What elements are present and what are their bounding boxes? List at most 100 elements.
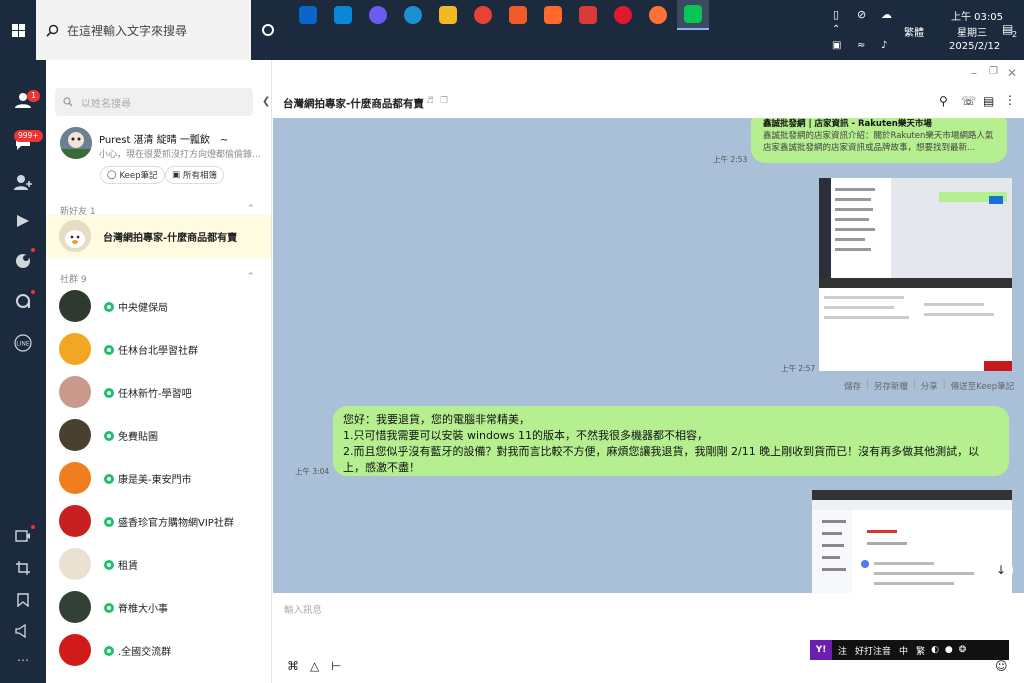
group-row[interactable]: 任林新竹-學習吧 bbox=[46, 371, 271, 414]
taskbar-app-line[interactable] bbox=[677, 0, 709, 30]
group-row[interactable]: 免費貼圖 bbox=[46, 414, 271, 457]
ime-toolbar[interactable]: Y! 注好打注音中繁 ◐ ● ❂ bbox=[810, 640, 1009, 660]
taskbar-app-edge[interactable] bbox=[397, 0, 429, 30]
maximize-icon[interactable]: ❐ bbox=[989, 66, 998, 77]
image-action-0[interactable]: 儲存 bbox=[844, 380, 861, 392]
mute-icon[interactable]: ♬ bbox=[426, 96, 434, 106]
all-albums-button[interactable]: ▣ 所有相簿 bbox=[165, 166, 225, 184]
ime-half-icon[interactable]: ◐ bbox=[931, 645, 939, 655]
taskbar-app-app-orange[interactable] bbox=[537, 0, 569, 30]
yahoo-ime-logo: Y! bbox=[810, 640, 832, 660]
chevron-up-icon[interactable]: ⌃ bbox=[247, 204, 255, 214]
ime-item[interactable]: 中 bbox=[899, 644, 908, 657]
taskbar-app-store[interactable] bbox=[327, 0, 359, 30]
keep-bookmark-icon[interactable]: △ bbox=[310, 659, 319, 673]
new-friend-row[interactable]: 台灣網拍專家-什麼商品都有賣 bbox=[46, 215, 271, 258]
taskbar-app-brave[interactable] bbox=[502, 0, 534, 30]
group-row[interactable]: .全國交流群 bbox=[46, 629, 271, 672]
group-avatar bbox=[59, 591, 91, 623]
openchat-badge-icon bbox=[104, 645, 114, 656]
profile-name[interactable]: Purest 湛清 綻晴 一瓢飲 ~ bbox=[99, 131, 228, 146]
screenshot-crop-icon[interactable]: ⊢ bbox=[331, 659, 341, 673]
group-row[interactable]: 盛香珍官方購物網VIP社群 bbox=[46, 500, 271, 543]
files-icon bbox=[439, 6, 457, 24]
group-row[interactable]: 中央健保局 bbox=[46, 285, 271, 328]
no-network-icon[interactable]: ⊘ bbox=[857, 8, 866, 21]
group-row[interactable]: 脊椎大小事 bbox=[46, 586, 271, 629]
openchat-badge-icon bbox=[104, 430, 114, 441]
chevron-up-icon[interactable]: ⌃ bbox=[247, 272, 255, 282]
chat-title[interactable]: 台灣網拍專家-什麼商品都有賣 bbox=[283, 96, 424, 111]
message-line: 1.只可惜我需要可以安裝 windows 11的版本，不然我很多機器都不相容， bbox=[343, 429, 708, 442]
announce-nav-icon[interactable] bbox=[13, 621, 33, 641]
line-brand-icon[interactable]: LINE bbox=[13, 333, 33, 353]
group-row[interactable]: 康是美-東安門市 bbox=[46, 457, 271, 500]
copy-link-icon[interactable]: ❐ bbox=[440, 96, 448, 106]
attach-file-icon[interactable]: ⌘ bbox=[287, 659, 299, 673]
message-input[interactable]: 輸入訊息 bbox=[284, 602, 1004, 642]
keep-nav-icon[interactable] bbox=[13, 590, 33, 610]
phone-call-icon[interactable]: ☏ bbox=[961, 94, 976, 108]
email-screenshot-image[interactable] bbox=[812, 490, 1012, 593]
minimize-icon[interactable]: – bbox=[971, 66, 977, 80]
volume-icon[interactable]: ♪ bbox=[881, 40, 887, 51]
message-area[interactable]: 鑫誠批發網 | 店家資訊 - Rakuten樂天市場 鑫誠批發網的店家資訊介紹：… bbox=[273, 118, 1024, 593]
vivaldi-icon bbox=[579, 6, 597, 24]
notes-icon[interactable]: ▤ bbox=[983, 94, 994, 108]
group-row[interactable]: 任林台北學習社群 bbox=[46, 328, 271, 371]
more-options-icon[interactable]: ⋮ bbox=[1004, 93, 1016, 107]
keep-notes-button[interactable]: ◯ Keep筆記 bbox=[100, 166, 165, 184]
taskbar-search-box[interactable]: 在這裡輸入文字來搜尋 bbox=[36, 0, 251, 60]
ime-item[interactable]: 好打注音 bbox=[855, 644, 891, 657]
image-action-2[interactable]: 分享 bbox=[921, 380, 938, 392]
taskbar-app-firefox[interactable] bbox=[642, 0, 674, 30]
device-icon[interactable]: ▯ bbox=[833, 8, 839, 21]
link-preview-bubble[interactable]: 鑫誠批發網 | 店家資訊 - Rakuten樂天市場 鑫誠批發網的店家資訊介紹：… bbox=[751, 118, 1007, 163]
profile-avatar[interactable] bbox=[60, 127, 92, 159]
group-avatar bbox=[59, 634, 91, 666]
screenshot-image[interactable] bbox=[819, 178, 1012, 371]
crop-screenshot-nav-icon[interactable] bbox=[13, 558, 33, 578]
clock-date[interactable]: 2025/2/12 bbox=[949, 41, 1000, 52]
ime-item[interactable]: 注 bbox=[838, 644, 847, 657]
clock-time[interactable]: 上午 03:05 bbox=[951, 8, 1003, 23]
taskbar-app-outlook[interactable] bbox=[292, 0, 324, 30]
video-call-nav-icon[interactable] bbox=[13, 526, 33, 546]
more-nav-icon[interactable]: ⋯ bbox=[13, 650, 33, 670]
voom-nav-icon[interactable] bbox=[13, 211, 33, 231]
chevron-up-icon[interactable]: ⌃ bbox=[832, 24, 840, 35]
scroll-down-button[interactable]: ↓ bbox=[989, 558, 1013, 582]
close-icon[interactable]: ✕ bbox=[1007, 66, 1017, 80]
openchat-nav-icon[interactable] bbox=[13, 291, 33, 311]
image-action-1[interactable]: 另存新檔 bbox=[874, 380, 908, 392]
ime-mode[interactable]: 繁體 bbox=[904, 24, 924, 39]
group-avatar bbox=[59, 548, 91, 580]
battery-icon[interactable]: ▣ bbox=[832, 40, 841, 51]
group-avatar bbox=[59, 376, 91, 408]
taskbar-app-chrome[interactable] bbox=[467, 0, 499, 30]
return-request-bubble[interactable]: 您好：我要退貨，您的電腦非常精美， 1.只可惜我需要可以安裝 windows 11… bbox=[333, 406, 1009, 476]
search-chat-icon[interactable]: ⚲ bbox=[939, 94, 948, 108]
group-row[interactable]: 租賃 bbox=[46, 543, 271, 586]
opera-icon bbox=[614, 6, 632, 24]
start-button[interactable] bbox=[0, 0, 36, 60]
cloud-icon[interactable]: ☁ bbox=[881, 8, 892, 21]
taskbar-app-vivaldi[interactable] bbox=[572, 0, 604, 30]
taskbar-app-files[interactable] bbox=[432, 0, 464, 30]
wifi-icon[interactable]: ≈ bbox=[857, 40, 865, 51]
copilot-icon bbox=[369, 6, 387, 24]
groups-header[interactable]: 社群 9 bbox=[60, 272, 87, 285]
name-search-input[interactable]: 以姓名搜尋 bbox=[55, 88, 253, 116]
today-nav-icon[interactable] bbox=[13, 251, 33, 271]
clock-weekday[interactable]: 星期三 bbox=[957, 24, 987, 39]
add-friend-nav-icon[interactable] bbox=[13, 172, 33, 192]
taskbar-app-copilot[interactable] bbox=[362, 0, 394, 30]
cortana-icon[interactable] bbox=[262, 24, 274, 36]
image-action-3[interactable]: 傳送至Keep筆記 bbox=[951, 380, 1015, 392]
ime-bulb-icon[interactable]: ● bbox=[945, 645, 953, 655]
ime-item[interactable]: 繁 bbox=[916, 644, 925, 657]
ime-tool-icon[interactable]: ❂ bbox=[959, 645, 967, 655]
emoji-icon[interactable]: ☺ bbox=[995, 659, 1008, 673]
taskbar-app-opera[interactable] bbox=[607, 0, 639, 30]
collapse-list-icon[interactable]: ❮ bbox=[262, 96, 270, 107]
